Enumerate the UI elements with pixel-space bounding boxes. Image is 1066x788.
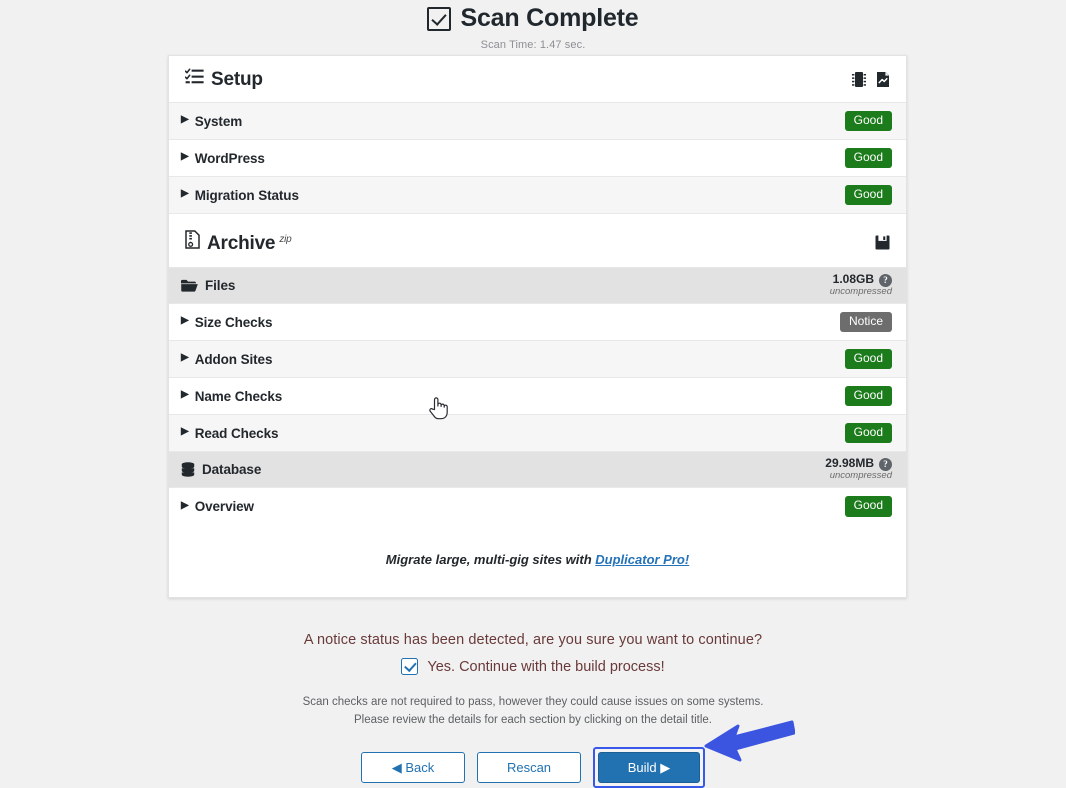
archive-row-name-checks[interactable]: ▶ Name Checks Good [169,378,906,415]
archive-row-size-checks[interactable]: ▶ Size Checks Notice [169,304,906,341]
page-title-text: Scan Complete [460,4,639,32]
setup-title: Setup [185,68,263,91]
row-label: Overview [194,499,254,514]
checkbox-checked-icon [427,6,452,31]
archive-row-addon-sites[interactable]: ▶ Addon Sites Good [169,341,906,378]
row-status: Good [844,184,892,206]
setup-rows: ▶ System Good ▶ WordPress Good ▶ Migrati… [169,103,906,214]
archive-header-actions [875,235,890,250]
group-size-value: 29.98MB [825,456,874,471]
row-status: Good [844,422,892,444]
group-label: Files [205,278,236,293]
group-label: Database [202,462,262,477]
row-status: Good [844,110,892,132]
row-label: WordPress [194,150,265,166]
archive-rows: Files 1.08GB ? uncompressed ▶ Size Check… [169,268,906,525]
fineprint-line-1: Scan checks are not required to pass, ho… [302,696,764,708]
row-status: Good [844,147,892,169]
status-badge: Good [844,496,892,517]
archive-title: Archive zip [185,230,292,255]
help-circle-icon[interactable]: ? [879,273,892,287]
fineprint-line-2: Please review the details for each secti… [354,713,712,726]
row-label: Read Checks [194,425,279,441]
chevron-right-icon: ▶ [181,499,189,511]
status-badge: Good [844,147,892,169]
status-badge: Good [844,385,892,407]
row-label: Migration Status [194,187,299,203]
group-size: 29.98MB ? uncompressed [825,457,892,481]
promo-text: Migrate large, multi-gig sites with [385,552,596,567]
row-label: Name Checks [194,388,283,404]
archive-format-superscript: zip [279,234,292,245]
row-status: Good [844,348,892,370]
build-button-focus-ring: Build ▶ [593,746,705,788]
group-size-note: uncompressed [829,469,892,481]
archive-row-overview[interactable]: ▶ Overview Good [169,488,906,525]
status-badge: Good [844,422,892,444]
row-status: Good [844,385,892,407]
setup-row-system[interactable]: ▶ System Good [169,103,906,140]
setup-section-header: Setup [169,56,906,103]
promo-line: Migrate large, multi-gig sites with Dupl… [169,525,906,597]
archive-section-header: Archive zip [169,214,906,268]
row-status: Notice [839,311,892,333]
row-label: Size Checks [194,314,273,330]
database-icon [181,462,195,477]
page-header: Scan Complete Scan Time: 1.47 sec. [0,0,1066,51]
status-badge: Notice [839,311,892,333]
folder-icon [181,279,198,292]
footer-button-bar: ◀ Back Rescan Build ▶ [0,746,1066,788]
status-badge: Good [844,348,892,370]
chevron-right-icon: ▶ [181,352,189,363]
page-title: Scan Complete [427,4,639,32]
archive-group-files[interactable]: Files 1.08GB ? uncompressed [169,268,906,304]
chevron-right-icon: ▶ [181,389,189,400]
continue-build-checkbox[interactable] [401,658,419,675]
save-disk-icon[interactable] [875,235,890,250]
help-circle-icon[interactable]: ? [879,457,892,471]
chevron-right-icon: ▶ [181,114,189,125]
chevron-right-icon: ▶ [181,426,189,437]
continue-build-label: Yes. Continue with the build process! [427,658,665,675]
row-label: Addon Sites [194,351,273,367]
group-size-value: 1.08GB [832,272,874,287]
notice-question: A notice status has been detected, are y… [303,632,763,648]
setup-row-migration-status[interactable]: ▶ Migration Status Good [169,177,906,214]
archive-file-icon [185,230,200,249]
setup-title-text: Setup [211,69,263,90]
chevron-right-icon: ▶ [181,188,189,199]
server-chip-icon[interactable] [852,71,866,88]
duplicator-pro-link[interactable]: Duplicator Pro! [595,552,689,567]
archive-row-read-checks[interactable]: ▶ Read Checks Good [169,415,906,452]
row-label: System [194,113,243,129]
footer-area: A notice status has been detected, are y… [0,632,1066,788]
group-size: 1.08GB ? uncompressed [830,273,892,297]
tasks-list-icon [185,68,204,85]
setup-header-actions [852,71,890,88]
chevron-right-icon: ▶ [181,151,189,162]
archive-group-database[interactable]: Database 29.98MB ? uncompressed [169,452,906,488]
chevron-right-icon: ▶ [181,315,189,326]
file-export-icon[interactable] [876,71,890,88]
scan-results-card: Setup ▶ System Good ▶ WordPress Good ▶ M… [168,55,907,598]
status-badge: Good [844,110,892,132]
fineprint: Scan checks are not required to pass, ho… [0,694,1066,730]
archive-title-text: Archive [207,233,276,254]
setup-row-wordpress[interactable]: ▶ WordPress Good [169,140,906,177]
status-badge: Good [844,184,892,206]
group-size-note: uncompressed [829,285,892,297]
confirm-continue-row: Yes. Continue with the build process! [0,658,1066,675]
row-status: Good [844,496,892,517]
scan-time-text: Scan Time: 1.47 sec. [480,38,586,51]
